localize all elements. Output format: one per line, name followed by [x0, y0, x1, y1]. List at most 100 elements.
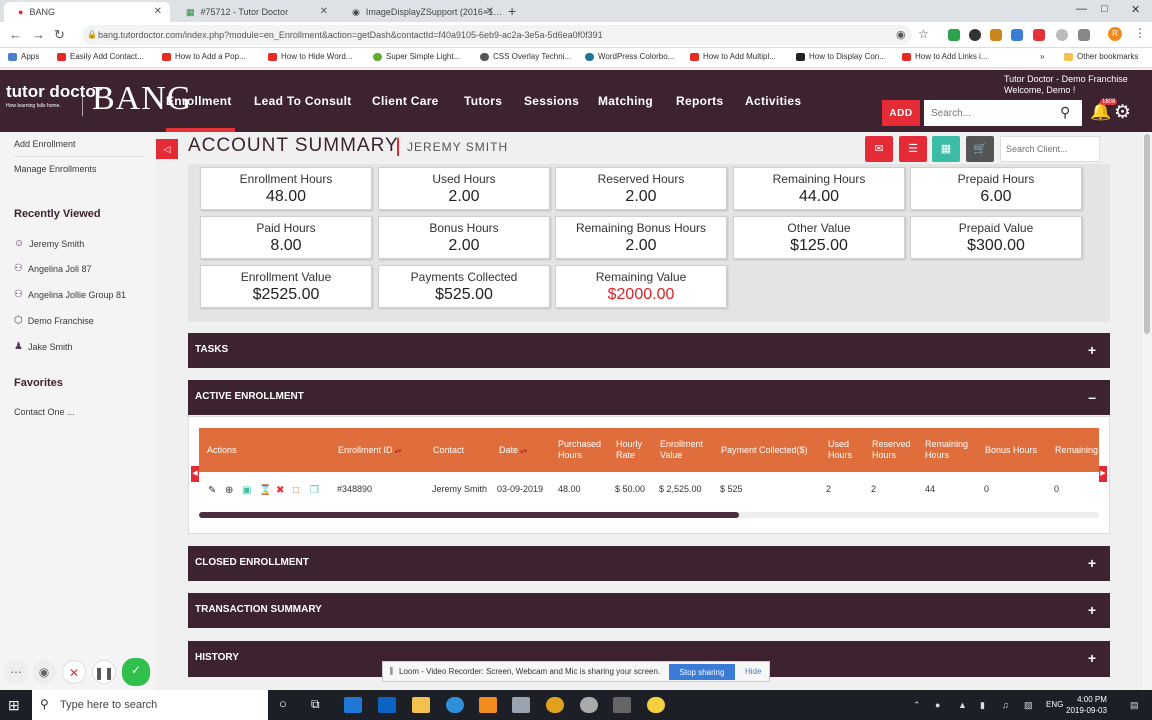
email-button[interactable]: ✉: [865, 136, 893, 162]
tray-icon[interactable]: ●: [935, 700, 940, 710]
loom-camera-icon[interactable]: ◉: [32, 660, 56, 684]
evernote-extension-icon[interactable]: [948, 29, 960, 41]
bell-icon[interactable]: 🔔: [1090, 102, 1111, 122]
maximize-window-button[interactable]: □: [1101, 3, 1108, 15]
other-bookmarks[interactable]: Other bookmarks: [1064, 52, 1138, 61]
col-date[interactable]: Date: [499, 445, 527, 457]
outlook-icon[interactable]: [378, 697, 396, 713]
search-icon[interactable]: ⚲: [1060, 104, 1070, 121]
bookmark-item[interactable]: WordPress Colorbo...: [585, 52, 674, 61]
header-search-input[interactable]: [924, 100, 1082, 126]
nav-lead-to-consult[interactable]: Lead To Consult: [254, 94, 352, 108]
expand-icon[interactable]: +: [1088, 342, 1096, 358]
sublime-icon[interactable]: [479, 697, 497, 713]
action-center-icon[interactable]: ▤: [1130, 700, 1139, 711]
expand-icon[interactable]: +: [1088, 602, 1096, 618]
col-hourly-rate[interactable]: Hourly Rate: [616, 439, 650, 461]
url-field[interactable]: 🔒 bang.tutordoctor.com/index.php?module=…: [82, 25, 912, 45]
nav-tutors[interactable]: Tutors: [464, 94, 502, 108]
kebab-menu-icon[interactable]: ⋮: [1134, 26, 1146, 40]
recent-item[interactable]: ⚇ Angelina Joli 87: [14, 263, 92, 274]
stop-sharing-button[interactable]: Stop sharing: [669, 664, 735, 680]
app-icon[interactable]: [512, 697, 530, 713]
file-explorer-icon[interactable]: [412, 697, 430, 713]
add-circle-icon[interactable]: ⊕: [225, 485, 233, 496]
hourglass-icon[interactable]: ⌛: [259, 485, 271, 496]
list-button[interactable]: ☰: [899, 136, 927, 162]
loom-more-icon[interactable]: ⋯: [4, 660, 28, 684]
col-payment-collected[interactable]: Payment Collected($): [721, 445, 808, 456]
nav-client-care[interactable]: Client Care: [372, 94, 439, 108]
windows-start-icon[interactable]: ⊞: [8, 697, 20, 714]
bookmark-item[interactable]: How to Hide Word...: [268, 52, 352, 61]
bookmark-item[interactable]: How to Add Links i...: [902, 52, 987, 61]
tutor-doctor-logo[interactable]: tutor doctor How learning falls home.: [6, 83, 102, 114]
edge-icon[interactable]: [344, 697, 362, 713]
extension-icon[interactable]: [990, 29, 1002, 41]
bookmark-item[interactable]: How to Display Con...: [796, 52, 886, 61]
recent-item[interactable]: ☺ Jeremy Smith: [14, 238, 84, 249]
add-enrollment-link[interactable]: Add Enrollment: [14, 139, 76, 149]
nav-reports[interactable]: Reports: [676, 94, 723, 108]
copy-icon[interactable]: ❐: [310, 485, 319, 496]
tray-icon[interactable]: ▲: [958, 700, 967, 710]
transaction-summary-panel-header[interactable]: TRANSACTION SUMMARY +: [188, 593, 1110, 628]
nav-enrollment[interactable]: Enrollment: [166, 94, 232, 108]
tasks-panel-header[interactable]: TASKS +: [188, 333, 1110, 368]
recent-item[interactable]: ♟ Jake Smith: [14, 341, 73, 352]
camera-icon[interactable]: ◉: [896, 28, 906, 41]
puzzle-icon[interactable]: [1078, 29, 1090, 41]
chrome-icon[interactable]: [546, 697, 564, 713]
delete-icon[interactable]: ✖: [276, 485, 284, 496]
app-icon[interactable]: [647, 697, 665, 713]
closed-enrollment-panel-header[interactable]: CLOSED ENROLLMENT +: [188, 546, 1110, 581]
reload-icon[interactable]: ↻: [54, 27, 65, 43]
close-tab-icon[interactable]: ✕: [486, 6, 494, 17]
expand-icon[interactable]: +: [1088, 555, 1096, 571]
cart-button[interactable]: 🛒: [966, 136, 994, 162]
app-icon[interactable]: [446, 697, 464, 713]
close-window-button[interactable]: ✕: [1131, 3, 1140, 16]
browser-tab-bang[interactable]: ● BANG ✕: [4, 2, 170, 22]
active-enrollment-panel-header[interactable]: ACTIVE ENROLLMENT –: [188, 380, 1110, 415]
hide-notice-link[interactable]: Hide: [745, 667, 761, 676]
profile-avatar[interactable]: R: [1108, 27, 1122, 41]
bookmark-item[interactable]: Super Simple Light...: [373, 52, 460, 61]
extension-icon[interactable]: [1056, 29, 1068, 41]
tray-up-arrow-icon[interactable]: ⌃: [913, 700, 921, 711]
clock[interactable]: 4:00 PM 2019-09-03: [1066, 694, 1107, 716]
loom-finish-icon[interactable]: ✓: [122, 658, 150, 686]
favorite-item[interactable]: Contact One ...: [14, 407, 75, 417]
battery-icon[interactable]: ▮: [980, 700, 985, 711]
task-view-icon[interactable]: ⧉: [311, 697, 320, 712]
bookmark-item[interactable]: CSS Overlay Techni...: [480, 52, 571, 61]
taskbar-search-box[interactable]: Type here to search: [32, 690, 268, 720]
page-scrollbar-thumb[interactable]: [1144, 134, 1150, 334]
col-remaining[interactable]: Remaining: [1055, 445, 1098, 456]
nav-sessions[interactable]: Sessions: [524, 94, 579, 108]
table-scroll-left-button[interactable]: ◀: [191, 466, 199, 482]
col-enrollment-value[interactable]: Enrollment Value: [660, 439, 710, 461]
bookmark-item[interactable]: How to Add Multipl...: [690, 52, 776, 61]
client-search-input[interactable]: [1000, 136, 1100, 162]
cortana-icon[interactable]: ○: [279, 696, 287, 711]
extension-icon[interactable]: [1033, 29, 1045, 41]
document-icon[interactable]: □: [293, 485, 299, 496]
bookmark-item[interactable]: How to Add a Pop...: [162, 52, 246, 61]
chrome-profile-icon[interactable]: [580, 697, 598, 713]
network-icon[interactable]: ▧: [1024, 700, 1033, 711]
loom-cancel-icon[interactable]: ✕: [62, 660, 86, 684]
collapse-icon[interactable]: –: [1088, 389, 1096, 405]
bookmark-star-icon[interactable]: ☆: [918, 27, 929, 41]
extension-icon[interactable]: [1011, 29, 1023, 41]
col-remaining-hours[interactable]: Remaining Hours: [925, 439, 971, 461]
collapse-sidebar-button[interactable]: ◁: [156, 139, 178, 159]
recent-item[interactable]: ⬡ Demo Franchise: [14, 315, 94, 326]
col-purchased-hours[interactable]: Purchased Hours: [558, 439, 604, 461]
bookmark-apps[interactable]: Apps: [8, 52, 39, 61]
edit-icon[interactable]: ✎: [208, 485, 216, 496]
expand-icon[interactable]: +: [1088, 650, 1096, 666]
back-icon[interactable]: ←: [9, 27, 22, 42]
bookmark-item[interactable]: Easily Add Contact...: [57, 52, 144, 61]
nav-activities[interactable]: Activities: [745, 94, 801, 108]
